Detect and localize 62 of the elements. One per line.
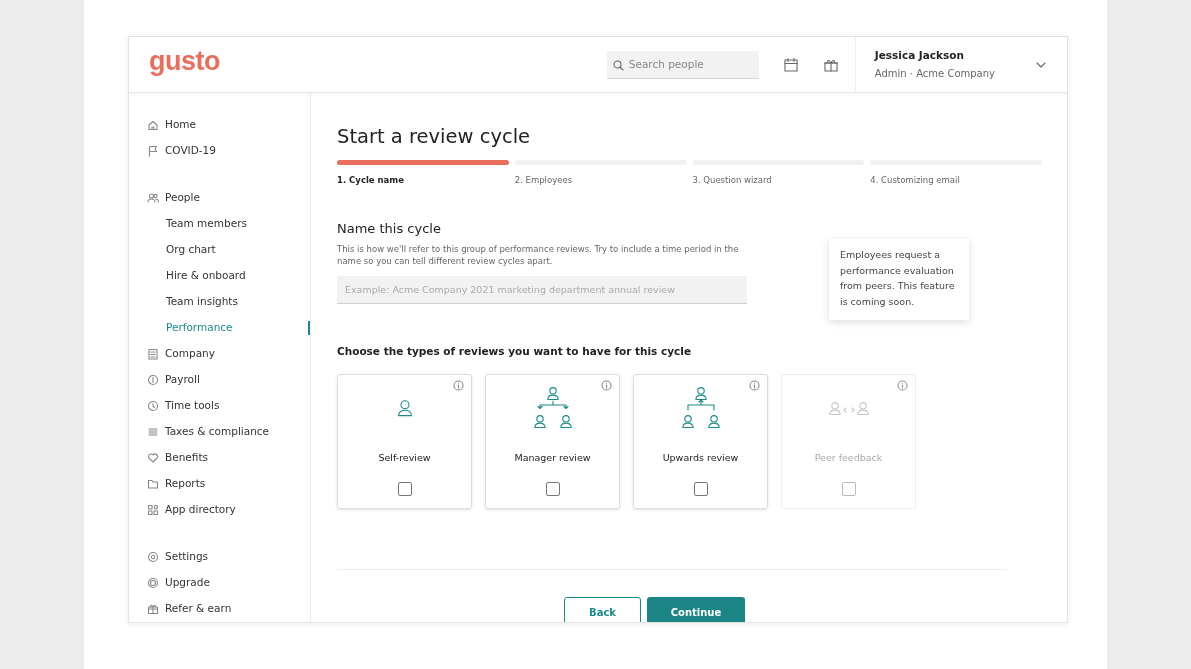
sidebar-item[interactable]: Org chart	[147, 237, 310, 263]
gift-icon	[147, 603, 159, 615]
sidebar-item[interactable]: Team members	[147, 211, 310, 237]
clock-icon	[147, 400, 159, 412]
card-label: Self-review	[378, 451, 431, 465]
coin-icon	[147, 374, 159, 386]
active-indicator	[308, 321, 310, 335]
review-type-card[interactable]: Manager review	[485, 374, 620, 509]
info-icon	[453, 380, 464, 391]
continue-button[interactable]: Continue	[647, 597, 745, 622]
page-title: Start a review cycle	[337, 125, 532, 149]
building-icon	[147, 348, 159, 360]
grid-icon	[147, 504, 159, 516]
section-heading: Choose the types of reviews you want to have for this cycle	[337, 344, 693, 360]
card-label: Manager review	[514, 451, 591, 465]
sidebar-item[interactable]: Refer & earn	[147, 596, 310, 622]
sidebar-item[interactable]: Hire & onboard	[147, 263, 310, 289]
review-type-card[interactable]: Upwards review	[633, 374, 768, 509]
heart-icon	[147, 452, 159, 464]
people-icon	[147, 192, 159, 204]
info-icon	[601, 380, 612, 391]
sidebar-item[interactable]: Team insights	[147, 289, 310, 315]
home-icon	[147, 119, 159, 131]
card-label: Upwards review	[662, 451, 739, 465]
user-name: Jessica Jackson	[874, 47, 965, 63]
sidebar-item[interactable]: Company	[147, 341, 310, 367]
sidebar-item[interactable]: Performance	[147, 315, 310, 341]
folder-icon	[147, 478, 159, 490]
step-label: 3. Question wizard	[692, 174, 773, 188]
section-heading: Name this cycle	[337, 221, 442, 237]
back-button[interactable]: Back	[564, 597, 641, 622]
input-field[interactable]: Example: Acme Company 2021 marketing department annual review	[337, 276, 747, 305]
checkbox[interactable]	[545, 482, 560, 497]
tooltip-text: Employees request a performance evaluation from peers. This feature is coming soon.	[829, 239, 969, 320]
checkbox[interactable]	[693, 482, 708, 497]
description-text: This is how we'll refer to this group of performance reviews. Try to include a time period in the name so you can tell different review cycles apart.	[337, 242, 740, 269]
checkbox[interactable]	[397, 482, 412, 497]
sidebar-item[interactable]: People	[147, 185, 310, 211]
settings-icon	[147, 551, 159, 563]
calendar-icon[interactable]	[782, 56, 799, 73]
sidebar-item[interactable]: Benefits	[147, 445, 310, 471]
sidebar-item[interactable]: Home	[147, 112, 310, 138]
step-label: 1. Cycle name	[337, 174, 405, 188]
flag-icon	[147, 145, 159, 157]
badge-icon	[147, 577, 159, 589]
card-label: Peer feedback	[814, 451, 883, 465]
user-role: Admin · Acme Company	[874, 67, 995, 82]
sidebar-item[interactable]: Payroll	[147, 367, 310, 393]
info-icon	[897, 380, 908, 391]
sidebar-item[interactable]: Taxes & compliance	[147, 419, 310, 445]
step-label: 2. Employees	[514, 174, 574, 188]
sidebar-item[interactable]: Settings	[147, 544, 310, 570]
info-icon	[749, 380, 760, 391]
sidebar-item[interactable]: Time tools	[147, 393, 310, 419]
search-field[interactable]: Search people	[606, 50, 759, 79]
step-label: 4. Customizing email	[870, 174, 961, 188]
list-icon	[147, 426, 159, 438]
sidebar-item[interactable]: App directory	[147, 497, 310, 523]
sidebar-item[interactable]: Reports	[147, 471, 310, 497]
sidebar-item[interactable]: Upgrade	[147, 570, 310, 596]
sidebar-item[interactable]: COVID-19	[147, 138, 310, 164]
review-type-card[interactable]: Self-review	[337, 374, 472, 509]
